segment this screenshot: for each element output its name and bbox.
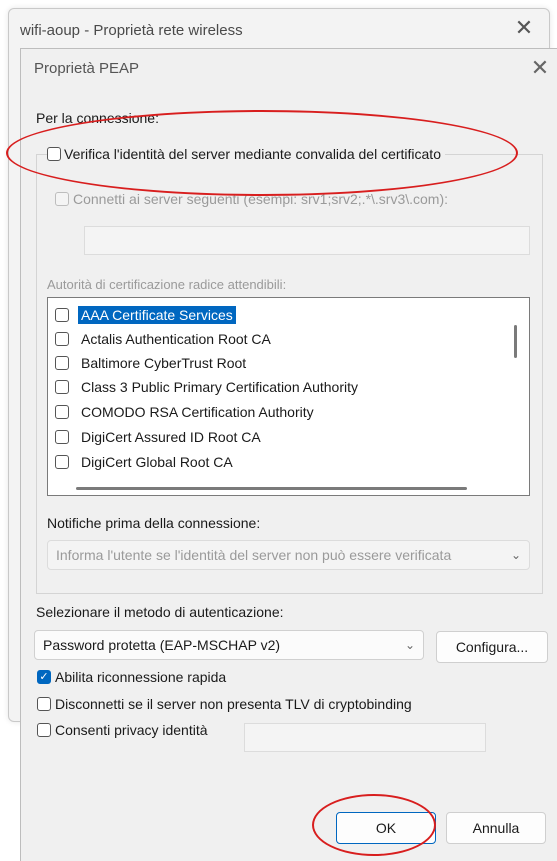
disconnect-tlv-label: Disconnetti se il server non presenta TL… — [55, 696, 412, 712]
dialog-close-icon[interactable]: ✕ — [528, 56, 552, 80]
certificate-checkbox[interactable] — [55, 405, 69, 419]
identity-privacy-option[interactable]: Consenti privacy identità — [37, 722, 208, 738]
certificate-label: Actalis Authentication Root CA — [81, 331, 271, 347]
list-item[interactable]: DigiCert Assured ID Root CA — [55, 425, 264, 449]
certificate-label: Baltimore CyberTrust Root — [81, 355, 247, 371]
certificate-checkbox[interactable] — [55, 308, 69, 322]
certificate-label: Class 3 Public Primary Certification Aut… — [81, 379, 358, 395]
cancel-button[interactable]: Annulla — [446, 812, 546, 844]
background-window-close-icon[interactable]: ✕ — [512, 16, 536, 40]
certificate-label: DigiCert Assured ID Root CA — [81, 429, 261, 445]
ok-button[interactable]: OK — [336, 812, 436, 844]
checkmark-icon[interactable]: ✓ — [37, 670, 51, 684]
background-window-title: wifi-aoup - Proprietà rete wireless — [20, 22, 243, 39]
chevron-down-icon: ⌄ — [510, 548, 521, 562]
list-item[interactable]: Class 3 Public Primary Certification Aut… — [55, 375, 361, 399]
list-item[interactable]: Baltimore CyberTrust Root — [55, 351, 249, 375]
list-item[interactable]: COMODO RSA Certification Authority — [55, 400, 317, 424]
vertical-scrollbar[interactable] — [514, 325, 517, 358]
notifications-dropdown: Informa l'utente se l'identità del serve… — [47, 540, 530, 570]
verify-server-checkbox[interactable] — [47, 147, 61, 161]
disconnect-tlv-option[interactable]: Disconnetti se il server non presenta TL… — [37, 696, 412, 712]
configure-button[interactable]: Configura... — [436, 631, 548, 663]
verify-server-option[interactable]: Verifica l'identità del server mediante … — [47, 146, 445, 162]
servers-textbox — [84, 226, 530, 255]
connect-servers-label: Connetti ai server seguenti (esempi: srv… — [73, 191, 449, 207]
horizontal-scrollbar[interactable] — [76, 487, 467, 490]
notifications-value: Informa l'utente se l'identità del serve… — [56, 547, 452, 563]
fast-reconnect-label: Abilita riconnessione rapida — [55, 669, 227, 685]
certificate-checkbox[interactable] — [55, 380, 69, 394]
list-item[interactable]: Actalis Authentication Root CA — [55, 327, 274, 351]
dialog-title: Proprietà PEAP — [34, 60, 140, 77]
trusted-ca-label: Autorità di certificazione radice attend… — [47, 277, 287, 292]
notifications-label: Notifiche prima della connessione: — [47, 515, 261, 531]
identity-privacy-checkbox[interactable] — [37, 723, 51, 737]
disconnect-tlv-checkbox[interactable] — [37, 697, 51, 711]
certificate-label: COMODO RSA Certification Authority — [81, 404, 314, 420]
auth-method-label: Selezionare il metodo di autenticazione: — [36, 604, 284, 620]
certificate-checkbox[interactable] — [55, 356, 69, 370]
certificate-checkbox[interactable] — [55, 430, 69, 444]
certificate-label: DigiCert Global Root CA — [81, 454, 233, 470]
connect-servers-checkbox — [55, 192, 69, 206]
auth-method-dropdown[interactable]: Password protetta (EAP-MSCHAP v2) ⌄ — [34, 630, 424, 660]
connect-servers-option: Connetti ai server seguenti (esempi: srv… — [55, 191, 448, 207]
identity-privacy-textbox — [244, 723, 486, 752]
identity-privacy-label: Consenti privacy identità — [55, 722, 208, 738]
connection-section-label: Per la connessione: — [36, 110, 159, 126]
certificate-checkbox[interactable] — [55, 455, 69, 469]
certificate-label: AAA Certificate Services — [78, 306, 236, 324]
certificate-checkbox[interactable] — [55, 332, 69, 346]
list-item[interactable]: DigiCert Global Root CA — [55, 450, 236, 474]
auth-method-value: Password protetta (EAP-MSCHAP v2) — [43, 637, 281, 653]
fast-reconnect-option[interactable]: ✓ Abilita riconnessione rapida — [37, 669, 226, 685]
chevron-down-icon: ⌄ — [404, 638, 415, 652]
verify-server-label: Verifica l'identità del server mediante … — [64, 146, 441, 162]
list-item[interactable]: AAA Certificate Services — [55, 303, 236, 327]
